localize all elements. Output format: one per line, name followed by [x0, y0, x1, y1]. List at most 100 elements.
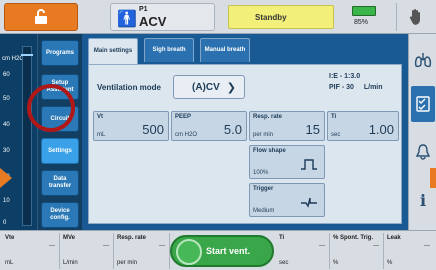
patient-icon: 🚹 [117, 11, 137, 28]
ventilation-mode-value: (A)CV [192, 82, 220, 93]
measure-name: Vte [5, 235, 15, 241]
side-menu: Programs Setup Assistant Circuit Setting… [38, 34, 82, 230]
menu-programs[interactable]: Programs [41, 40, 79, 66]
settings-checklist-button[interactable] [411, 86, 435, 122]
measurement-leak: Leak --- % [384, 233, 434, 269]
measure-unit: mL [5, 260, 14, 266]
pointer-arrow-right [430, 168, 436, 188]
highlight-circle [27, 84, 75, 132]
lungs-icon [414, 53, 432, 68]
measure-name: % Spont. Trig. [333, 235, 373, 241]
gauge-tick: 30 [3, 148, 10, 154]
measure-value: --- [373, 243, 379, 249]
param-name: Resp. rate [253, 114, 283, 120]
param-vt[interactable]: Vt 500 mL [93, 111, 169, 141]
main-settings-panel: Main settings Sigh breath Manual breath … [82, 34, 408, 230]
pif-value: PIF - 30 L/min [329, 84, 383, 91]
param-value: 5.0 [223, 122, 242, 137]
hand-icon [409, 9, 420, 25]
tab-bar: Main settings Sigh breath Manual breath [82, 34, 408, 64]
start-ventilation-button[interactable]: Start vent. [170, 235, 274, 267]
tab-sigh-breath[interactable]: Sigh breath [144, 38, 194, 62]
measure-name: Ti [279, 235, 285, 241]
param-peep[interactable]: PEEP 5.0 cm H2O [171, 111, 247, 141]
ie-ratio: I:E - 1:3.0 [329, 73, 361, 80]
patient-mode-indicator[interactable]: 🚹 P1 ACV [110, 3, 215, 31]
param-value: 15 [305, 122, 320, 137]
measurement-resp-rate: Resp. rate --- per min [114, 233, 170, 269]
measure-unit: L/min [63, 260, 78, 266]
menu-device-config[interactable]: Device config. [41, 202, 79, 228]
battery-indicator: 85% [342, 3, 388, 31]
gauge-bar [22, 46, 32, 226]
param-name: PEEP [175, 114, 192, 120]
param-flow-shape[interactable]: Flow shape 100% [249, 145, 325, 179]
measure-value: --- [159, 243, 165, 249]
battery-icon [352, 6, 376, 16]
param-name: Ti [331, 114, 337, 120]
menu-settings[interactable]: Settings [41, 138, 79, 164]
unlock-icon [35, 9, 47, 24]
measurement-mve: MVe --- L/min [60, 233, 114, 269]
param-value: 500 [142, 122, 164, 137]
gauge-tick: 50 [3, 96, 10, 102]
mode-label: ACV [139, 14, 167, 29]
param-unit: cm H2O [175, 132, 198, 138]
pif-unit: L/min [363, 84, 383, 91]
start-icon [176, 239, 202, 265]
param-name: Trigger [253, 186, 274, 192]
right-toolbar: i [408, 34, 436, 230]
measure-value: --- [49, 243, 55, 249]
lungs-button[interactable] [411, 42, 435, 78]
menu-data-transfer[interactable]: Data transfer [41, 170, 79, 196]
ventilation-mode-button[interactable]: (A)CV ❯ [173, 75, 245, 99]
measure-value: --- [319, 243, 325, 249]
measure-name: Resp. rate [117, 235, 147, 241]
battery-percentage: 85% [354, 19, 369, 26]
measure-name: Leak [387, 235, 401, 241]
trigger-wave-icon [301, 197, 317, 208]
param-ti[interactable]: Ti 1.00 sec [327, 111, 399, 141]
measure-unit: % [333, 260, 339, 266]
start-label: Start vent. [206, 246, 251, 256]
checklist-icon [416, 96, 430, 112]
param-value: 100% [253, 170, 269, 176]
settings-panel: Ventilation mode (A)CV ❯ I:E - 1:3.0 PIF… [88, 64, 402, 224]
measure-name: MVe [63, 235, 76, 241]
pointer-arrow-left [0, 168, 12, 188]
param-resp-rate[interactable]: Resp. rate 15 per min [249, 111, 325, 141]
patient-id: P1 [139, 6, 148, 13]
param-name: Vt [97, 114, 103, 120]
lock-button[interactable] [4, 3, 78, 31]
gauge-tick: 40 [3, 122, 10, 128]
measure-unit: per min [117, 260, 138, 266]
measure-value: --- [103, 243, 109, 249]
alarms-button[interactable] [411, 134, 435, 170]
alarm-silence-button[interactable] [396, 3, 434, 31]
gauge-unit: cm H2O [2, 56, 25, 62]
pressure-gauge: cm H2O 60 50 40 30 20 10 0 [0, 34, 38, 230]
measurement-ti: Ti --- sec [276, 233, 330, 269]
param-name: Flow shape [253, 148, 286, 154]
gauge-tick: 10 [3, 198, 10, 204]
pif-label: PIF - 30 [329, 84, 354, 91]
bottom-measurements-bar: Vte --- mL MVe --- L/min Resp. rate --- … [0, 230, 436, 270]
measurement-vte: Vte --- mL [2, 233, 60, 269]
ventilation-mode-label: Ventilation mode [97, 83, 162, 92]
param-value: Medium [253, 208, 275, 214]
measure-unit: % [387, 260, 393, 266]
square-wave-icon [301, 159, 317, 170]
gauge-marker [21, 54, 33, 56]
param-unit: sec [331, 132, 341, 138]
chevron-right-icon: ❯ [226, 82, 236, 94]
top-bar: 🚹 P1 ACV Standby 85% [0, 0, 436, 34]
param-unit: mL [97, 132, 106, 138]
status-banner: Standby [228, 5, 334, 29]
measure-unit: sec [279, 260, 289, 266]
tab-manual-breath[interactable]: Manual breath [200, 38, 250, 62]
gauge-tick: 60 [3, 72, 10, 78]
param-trigger[interactable]: Trigger Medium [249, 183, 325, 217]
tab-main-settings[interactable]: Main settings [88, 38, 138, 64]
bell-icon [416, 144, 430, 160]
measure-value: --- [424, 243, 430, 249]
